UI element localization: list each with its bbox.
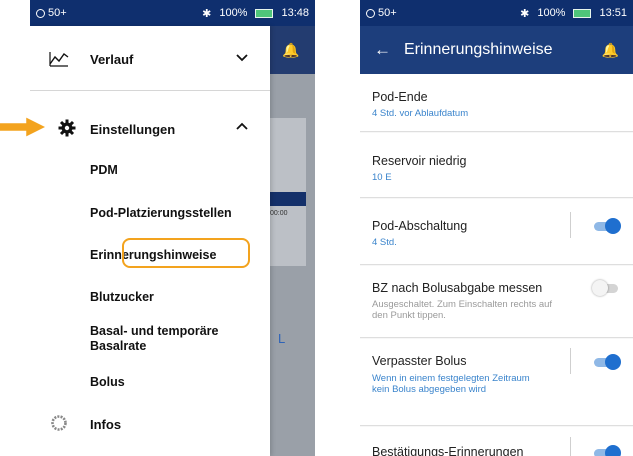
pod-status-icon (366, 8, 375, 18)
reminder-row-reservoir-niedrig[interactable]: Reservoir niedrig 10 E (360, 133, 633, 198)
status-time: 13:51 (599, 7, 627, 19)
background-link-fragment: L (278, 331, 286, 346)
menu-label-verlauf: Verlauf (90, 52, 134, 67)
status-time: 13:48 (281, 7, 309, 19)
reminder-title: Verpasster Bolus (372, 354, 467, 368)
reminder-title: Pod-Ende (372, 90, 428, 104)
submenu-item-pod-platzierungsstellen[interactable]: Pod-Platzierungsstellen (90, 206, 232, 221)
reminder-title: Reservoir niedrig (372, 154, 467, 168)
page-title: Erinnerungshinweise (404, 41, 553, 58)
reminder-title: Pod-Abschaltung (372, 219, 468, 233)
bell-icon[interactable]: 🔔 (602, 42, 619, 59)
reminder-title: BZ nach Bolusabgabe messen (372, 281, 543, 295)
back-arrow-icon[interactable]: ← (374, 40, 391, 60)
battery-percent: 100% (219, 7, 248, 19)
background-time-label: 00:00 (270, 210, 288, 217)
pod-indicator-text: 50+ (48, 7, 67, 19)
pod-indicator: 50+ (36, 7, 67, 19)
phone-reminders-screen: 50+ ✱ 100% 13:51 ← Erinnerungshinweise 🔔… (360, 0, 633, 456)
menu-item-infos[interactable]: Infos (30, 408, 270, 438)
pod-indicator-text: 50+ (378, 7, 397, 19)
phone-menu-screen: 50+ ✱ 100% 13:48 🔔 00:00 L Verlauf Einst… (30, 0, 315, 456)
pod-indicator: 50+ (366, 7, 397, 19)
reminder-subtitle: Ausgeschaltet. Zum Einschalten rechts au… (372, 299, 553, 321)
pod-abschaltung-toggle[interactable] (592, 218, 622, 234)
reminder-subtitle: 4 Std. (372, 237, 397, 248)
reminder-row-pod-abschaltung[interactable]: Pod-Abschaltung 4 Std. (360, 199, 633, 265)
reminder-subtitle: 10 E (372, 172, 392, 183)
menu-item-verlauf[interactable]: Verlauf (30, 44, 270, 74)
status-bar: 50+ ✱ 100% 13:51 (360, 0, 633, 26)
pod-status-icon (36, 8, 45, 18)
status-bar: 50+ ✱ 100% 13:48 (30, 0, 315, 26)
submenu-item-blutzucker[interactable]: Blutzucker (90, 290, 154, 305)
reminder-row-pod-ende[interactable]: Pod-Ende 4 Std. vor Ablaufdatum (360, 74, 633, 132)
reminder-row-bestaetigung[interactable]: Bestätigungs-Erinnerungen (360, 427, 633, 456)
highlight-erinnerungshinweise (122, 238, 250, 268)
background-bar (270, 192, 306, 206)
bluetooth-icon: ✱ (520, 7, 530, 20)
bluetooth-icon: ✱ (202, 7, 212, 20)
battery-icon (573, 8, 592, 18)
reminder-row-verpasster-bolus[interactable]: Verpasster Bolus Wenn in einem festgeleg… (360, 339, 633, 426)
verpasster-bolus-toggle[interactable] (592, 354, 622, 370)
menu-label-infos: Infos (90, 417, 122, 432)
chevron-down-icon (236, 50, 248, 65)
screen-root: 50+ ✱ 100% 13:48 🔔 00:00 L Verlauf Einst… (0, 0, 633, 456)
battery-percent: 100% (537, 7, 566, 19)
bz-messen-toggle[interactable] (592, 280, 622, 296)
menu-divider (30, 90, 270, 91)
trend-chart-icon (48, 48, 70, 70)
info-circle-icon (48, 412, 70, 434)
row-separator (570, 212, 571, 238)
reminder-subtitle: Wenn in einem festgelegten Zeitraum kein… (372, 373, 530, 395)
app-header: ← Erinnerungshinweise 🔔 (360, 26, 633, 74)
gear-icon (56, 117, 78, 139)
bestaetigung-toggle[interactable] (592, 445, 622, 456)
submenu-item-basalrate[interactable]: Basal- und temporäre Basalrate (90, 324, 250, 354)
row-separator (570, 348, 571, 374)
reminder-subtitle: 4 Std. vor Ablaufdatum (372, 108, 469, 119)
pointer-arrow-icon (0, 117, 45, 137)
menu-item-einstellungen[interactable]: Einstellungen (30, 114, 270, 142)
menu-label-einstellungen: Einstellungen (90, 122, 176, 137)
chevron-up-icon (236, 120, 248, 135)
bell-icon: 🔔 (282, 42, 300, 58)
background-home-screen: 🔔 00:00 L (270, 26, 315, 456)
submenu-item-pdm[interactable]: PDM (90, 163, 118, 178)
row-separator (570, 437, 571, 456)
reminder-title: Bestätigungs-Erinnerungen (372, 445, 524, 456)
submenu-item-bolus[interactable]: Bolus (90, 375, 125, 390)
battery-icon (255, 8, 274, 18)
reminder-row-bz-messen[interactable]: BZ nach Bolusabgabe messen Ausgeschaltet… (360, 266, 633, 338)
